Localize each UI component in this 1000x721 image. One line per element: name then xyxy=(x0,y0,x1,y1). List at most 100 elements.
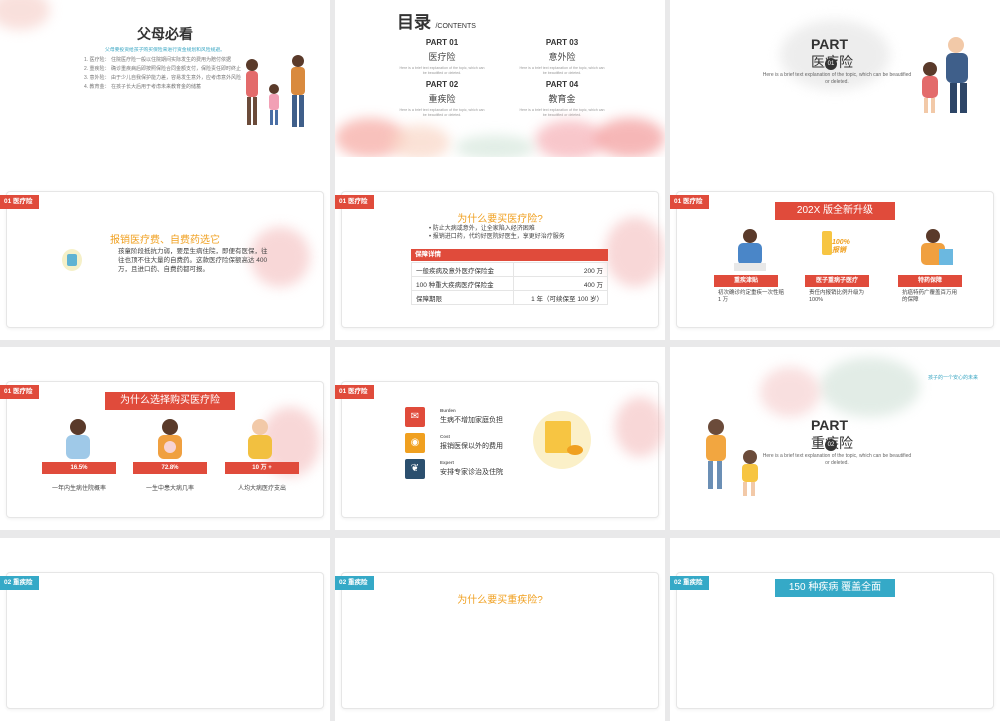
table-header: 保障详情 xyxy=(411,249,608,261)
part-number-badge: 02 xyxy=(825,439,837,451)
toc-part-desc: Here is a brief text explanation of the … xyxy=(519,66,605,75)
toc-part-desc: Here is a brief text explanation of the … xyxy=(399,108,485,117)
table-row: 保障期限 1 年（可续保至 100 岁） xyxy=(411,290,609,305)
feature-label: 特药保障 xyxy=(898,275,962,287)
benefit-text: 安排专家诊治及住院 xyxy=(440,469,503,476)
toc-part-desc: Here is a brief text explanation of the … xyxy=(399,66,485,75)
content-card xyxy=(6,572,324,709)
toc-part-number: PART 03 xyxy=(545,38,579,47)
section-tag: 01 医疗险 xyxy=(670,195,709,209)
toc-part-number: PART 01 xyxy=(425,38,459,47)
stat-value: 72.8% xyxy=(133,462,207,474)
table-row: 100 种重大疾病医疗保险金 400 万 xyxy=(411,276,609,291)
camera-icon: ◉ xyxy=(405,433,425,453)
feature-desc: 初次确诊约定重疾一次性赔 1 万 xyxy=(718,290,785,303)
part-desc: Here is a brief text explanation of the … xyxy=(762,453,912,466)
table-row: 一般疾病及意外医疗保险金 200 万 xyxy=(411,262,609,277)
feature-desc: 责任内报销比例升级为 100% xyxy=(809,290,865,303)
slide1-subtitle: 父母要投资给孩子购买保险来进行资金规划和风险规避。 xyxy=(105,48,225,53)
benefit-item-burden: Burden 生病不增加家庭负担 xyxy=(440,408,503,425)
table-cell-value: 200 万 xyxy=(512,262,609,277)
slide-thumbnail-10[interactable]: 02 重疾险 xyxy=(0,538,330,721)
section-banner: 为什么选择购买医疗险 xyxy=(105,392,235,410)
slide-thumbnail-6[interactable]: 01 医疗险 202X 版全新升级 100% 报销 重疾津贴 医子重病子医疗 特… xyxy=(670,157,1000,340)
stat-label: 一生中患大病几率 xyxy=(145,486,194,492)
benefit-item-expert: Expert 安排专家诊治及住院 xyxy=(440,460,503,477)
benefit-title: Expert xyxy=(440,460,455,465)
contents-title: 目录 xyxy=(397,13,431,32)
section-tag: 01 医疗险 xyxy=(0,195,39,209)
slide-thumbnail-8[interactable]: 01 医疗险 ✉ ◉ ❦ Burden 生病不增加家庭负担 Cost 报销医保以… xyxy=(335,347,665,530)
nurse-illustration xyxy=(921,229,953,265)
slide-thumbnail-5[interactable]: 01 医疗险 为什么要买医疗险? • 防止大病或意外，让全家陷入经济困难 • 报… xyxy=(335,157,665,340)
toc-part-name: 意外险 xyxy=(548,52,576,62)
slide-thumbnail-12[interactable]: 02 重疾险 150 种疾病 覆盖全面 xyxy=(670,538,1000,721)
section-heading: 报销医疗费、自费药选它 xyxy=(110,235,220,246)
contents-subtitle: /CONTENTS xyxy=(435,23,476,30)
chat-icon: ✉ xyxy=(405,407,425,427)
table-cell-label: 100 种重大疾病医疗保险金 xyxy=(411,276,514,291)
section-tag: 02 重疾险 xyxy=(0,576,39,590)
section-tag: 01 医疗险 xyxy=(335,195,374,209)
table-cell-label: 一般疾病及意外医疗保险金 xyxy=(411,262,514,277)
toc-item-part-04[interactable]: PART 04 教育金 Here is a brief text explana… xyxy=(517,80,607,117)
toc-part-desc: Here is a brief text explanation of the … xyxy=(519,108,605,117)
masked-person-illustration xyxy=(248,419,272,459)
toc-item-part-03[interactable]: PART 03 意外险 Here is a brief text explana… xyxy=(517,38,607,75)
document-coins-illustration xyxy=(533,411,591,469)
slide-thumbnail-7[interactable]: 01 医疗险 为什么选择购买医疗险 16.5% 72.8% 10 万 + 一年内… xyxy=(0,347,330,530)
benefit-title: Burden xyxy=(440,408,456,413)
slide-thumbnail-11[interactable]: 02 重疾险 为什么要买重疾险? xyxy=(335,538,665,721)
reimburse-badge: 100% 报销 xyxy=(818,225,858,265)
toc-part-name: 教育金 xyxy=(548,94,576,104)
part-number-badge: 01 xyxy=(825,58,837,70)
bullet-text: 报销进口药，代约好医院好医生，享更好治疗服务 xyxy=(432,234,565,240)
slide-thumbnail-1[interactable]: 父母必看 父母要投资给孩子购买保险来进行资金规划和风险规避。 1. 医疗险： 住… xyxy=(0,0,330,183)
table-cell-value: 400 万 xyxy=(512,276,609,291)
feature-desc: 抗癌特药广覆盖百万用的保障 xyxy=(902,290,958,303)
toc-part-name: 医疗险 xyxy=(428,52,456,62)
feature-label: 重疾津贴 xyxy=(714,275,778,287)
slide1-title: 父母必看 xyxy=(137,26,193,42)
stat-label: 人均大病医疗支出 xyxy=(237,486,286,492)
slide-thumbnail-3[interactable]: PART 医疗险 01 Here is a brief text explana… xyxy=(670,0,1000,183)
table-cell-label: 保障期限 xyxy=(411,290,514,305)
stat-value: 10 万 + xyxy=(225,462,299,474)
toc-part-number: PART 02 xyxy=(425,80,459,89)
slide-thumbnail-9[interactable]: 孩子的一个安心的未来 PART 重疾险 02 Here is a brief t… xyxy=(670,347,1000,530)
toc-part-name: 重疾险 xyxy=(428,94,456,104)
section-tag: 02 重疾险 xyxy=(335,576,374,590)
corner-slogan: 孩子的一个安心的未来 xyxy=(928,375,979,381)
slide2-title: 目录 /CONTENTS xyxy=(397,8,476,33)
medical-box-icon xyxy=(62,249,82,271)
section-tag: 01 医疗险 xyxy=(335,385,374,399)
section-heading: 为什么要买重疾险? xyxy=(457,595,543,606)
family-illustration xyxy=(246,55,305,127)
leaf-icon: ❦ xyxy=(405,459,425,479)
benefit-title: Cost xyxy=(440,434,450,439)
section-tag: 02 重疾险 xyxy=(670,576,709,590)
toc-item-part-01[interactable]: PART 01 医疗险 Here is a brief text explana… xyxy=(397,38,487,75)
part-label: PART xyxy=(811,417,849,433)
benefit-item-cost: Cost 报销医保以外的费用 xyxy=(440,434,503,451)
stat-value: 16.5% xyxy=(42,462,116,474)
children-playing-illustration xyxy=(706,419,758,496)
doctor-illustration xyxy=(734,229,766,271)
slide-thumbnail-2[interactable]: 目录 /CONTENTS PART 01 医疗险 Here is a brief… xyxy=(335,0,665,183)
section-body: 孩童阶段抵抗力弱，要是生病住院，即便有医保，往往也顶不住大量的自费药。这款医疗险… xyxy=(118,248,268,273)
sick-child-illustration xyxy=(66,419,90,459)
stat-label: 一年内生病住院概率 xyxy=(51,486,106,492)
section-banner: 202X 版全新升级 xyxy=(775,202,895,220)
parent-child-illustration xyxy=(922,37,968,113)
section-banner: 150 种疾病 覆盖全面 xyxy=(775,579,895,597)
reimburse-badge-text: 100% 报销 xyxy=(832,239,850,254)
mother-baby-illustration xyxy=(158,419,182,459)
slide-thumbnail-4[interactable]: 01 医疗险 报销医疗费、自费药选它 孩童阶段抵抗力弱，要是生病住院，即便有医保… xyxy=(0,157,330,340)
table-cell-value: 1 年（可续保至 100 岁） xyxy=(512,290,609,305)
benefit-text: 生病不增加家庭负担 xyxy=(440,417,503,424)
toc-part-number: PART 04 xyxy=(545,80,579,89)
bullet-item: • 报销进口药，代约好医院好医生，享更好治疗服务 xyxy=(429,234,565,240)
section-tag: 01 医疗险 xyxy=(0,385,39,399)
coverage-table: 一般疾病及意外医疗保险金 200 万 100 种重大疾病医疗保险金 400 万 保障… xyxy=(411,262,609,305)
toc-item-part-02[interactable]: PART 02 重疾险 Here is a brief text explana… xyxy=(397,80,487,117)
